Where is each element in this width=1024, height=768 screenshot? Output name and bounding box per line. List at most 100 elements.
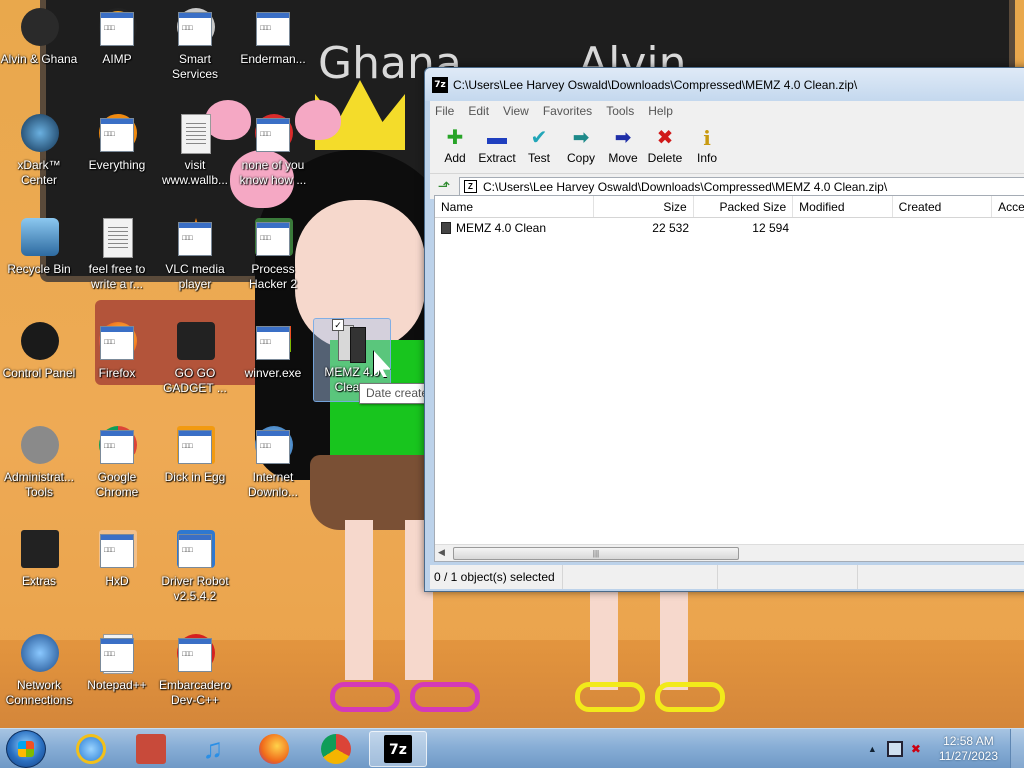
- delete-button[interactable]: ✖ Delete: [644, 125, 686, 165]
- wallpaper-shoe: [655, 682, 725, 712]
- desktop-icon-control-panel[interactable]: Control Panel: [0, 320, 78, 381]
- taskbar-firefox[interactable]: [245, 731, 303, 767]
- wallpaper-leg: [345, 520, 373, 680]
- system-tray: ▲ ✖ 12:58 AM 11/27/2023: [868, 729, 1024, 768]
- desktop-icon-devcpp[interactable]: Embarcadero Dev-C++: [156, 632, 234, 708]
- itunes-note-icon: ♫: [202, 733, 224, 764]
- taskbar-7zip[interactable]: 7z: [369, 731, 427, 767]
- scroll-thumb[interactable]: |||: [453, 547, 739, 560]
- menu-tools[interactable]: Tools: [606, 104, 634, 118]
- gear-services-icon: [173, 6, 217, 50]
- scroll-left-icon[interactable]: ◀: [438, 547, 445, 558]
- up-folder-icon[interactable]: ⬏: [435, 178, 453, 196]
- column-accessed[interactable]: Acce: [992, 196, 1024, 217]
- show-desktop-button[interactable]: [1010, 729, 1024, 768]
- control-panel-icon: [17, 320, 61, 364]
- desktop-icon-feel-free[interactable]: feel free to write a r...: [78, 216, 156, 292]
- chrome-icon: [321, 734, 351, 764]
- desktop-icon-firefox[interactable]: Firefox: [78, 320, 156, 381]
- extract-button[interactable]: ▬ Extract: [476, 125, 518, 165]
- file-icon: [441, 222, 451, 234]
- xdark-icon: [17, 112, 61, 156]
- show-hidden-icons-icon[interactable]: ▲: [868, 744, 877, 754]
- column-name[interactable]: Name: [435, 196, 595, 217]
- column-modified[interactable]: Modified: [793, 196, 893, 217]
- start-button[interactable]: [6, 730, 46, 768]
- menu-help[interactable]: Help: [648, 104, 673, 118]
- move-button[interactable]: ➡ Move: [602, 125, 644, 165]
- taskbar-internet-explorer[interactable]: [62, 731, 120, 767]
- gadget-icon: [173, 320, 217, 364]
- window-titlebar[interactable]: 7z C:\Users\Lee Harvey Oswald\Downloads\…: [425, 68, 1024, 101]
- copy-button[interactable]: ➡ Copy: [560, 125, 602, 165]
- volume-muted-icon[interactable]: ✖: [911, 741, 927, 757]
- desktop-icon-aimp[interactable]: AIMP: [78, 6, 156, 67]
- address-field[interactable]: Z C:\Users\Lee Harvey Oswald\Downloads\C…: [459, 176, 1024, 197]
- desktop-icon-internet-download[interactable]: Internet Downlo...: [234, 424, 312, 500]
- recycle-bin-icon: [17, 216, 61, 260]
- document-icon: [95, 216, 139, 260]
- column-header-row: Name Size Packed Size Modified Created A…: [435, 196, 1024, 218]
- zip-archive-icon: ✓: [330, 319, 374, 363]
- desktop-icon-recycle-bin[interactable]: Recycle Bin: [0, 216, 78, 277]
- desktop-icon-enderman[interactable]: Enderman...: [234, 6, 312, 67]
- vlc-cone-icon: [173, 216, 217, 260]
- test-label: Test: [527, 151, 550, 165]
- archive-icon: Z: [464, 180, 477, 193]
- desktop-icon-winver[interactable]: winver.exe: [234, 320, 312, 381]
- window-title: C:\Users\Lee Harvey Oswald\Downloads\Com…: [453, 77, 858, 92]
- taskbar-itunes[interactable]: ♫: [184, 731, 242, 767]
- 7zip-icon: 7z: [384, 735, 412, 763]
- taskbar-chrome[interactable]: [307, 731, 365, 767]
- address-path: C:\Users\Lee Harvey Oswald\Downloads\Com…: [483, 179, 888, 194]
- menu-view[interactable]: View: [503, 104, 529, 118]
- column-created[interactable]: Created: [893, 196, 993, 217]
- wallpaper-character-skirt: [310, 455, 440, 530]
- desktop-icon-dick-in-egg[interactable]: Dick in Egg: [156, 424, 234, 485]
- menu-favorites[interactable]: Favorites: [543, 104, 592, 118]
- desktop-icon-smart-services[interactable]: Smart Services: [156, 6, 234, 82]
- desktop-icon-hxd[interactable]: HxD: [78, 528, 156, 589]
- move-arrow-icon: ➡: [614, 127, 632, 149]
- taskbar-store[interactable]: [122, 731, 180, 767]
- file-list[interactable]: Name Size Packed Size Modified Created A…: [434, 195, 1024, 562]
- desktop-icon-network-connections[interactable]: Network Connections: [0, 632, 78, 708]
- menu-file[interactable]: File: [435, 104, 454, 118]
- internet-explorer-icon: [76, 734, 106, 764]
- 7zip-app-icon[interactable]: 7z: [432, 76, 448, 93]
- wallpaper-shoe: [330, 682, 400, 712]
- network-tray-icon[interactable]: [886, 741, 903, 757]
- info-button[interactable]: i Info: [686, 125, 728, 165]
- desktop-icon-alvin-ghana[interactable]: Alvin & Ghana: [0, 6, 78, 67]
- extract-label: Extract: [478, 151, 516, 165]
- clock[interactable]: 12:58 AM 11/27/2023: [939, 734, 998, 764]
- desktop-icon-process-hacker[interactable]: Process Hacker 2: [234, 216, 312, 292]
- horizontal-scrollbar[interactable]: ◀ |||: [435, 544, 1024, 561]
- desktop-icon-none-of-you[interactable]: none of you know how ...: [234, 112, 312, 188]
- desktop-icon-google-chrome[interactable]: Google Chrome: [78, 424, 156, 500]
- document-icon: [173, 112, 217, 156]
- column-size[interactable]: Size: [594, 196, 694, 217]
- table-row[interactable]: MEMZ 4.0 Clean 22 532 12 594: [435, 218, 1024, 238]
- column-packed-size[interactable]: Packed Size: [694, 196, 794, 217]
- desktop-icon-vlc[interactable]: VLC media player: [156, 216, 234, 292]
- clock-date: 11/27/2023: [938, 749, 998, 763]
- 7zip-window[interactable]: 7z C:\Users\Lee Harvey Oswald\Downloads\…: [424, 67, 1024, 592]
- desktop-icon-notepadpp[interactable]: Notepad++: [78, 632, 156, 693]
- aimp-icon: [95, 6, 139, 50]
- desktop-icon-everything[interactable]: Everything: [78, 112, 156, 173]
- desktop-icon-visit-wallb[interactable]: visit www.wallb...: [156, 112, 234, 188]
- network-globe-icon: [17, 632, 61, 676]
- add-button[interactable]: ✚ Add: [434, 125, 476, 165]
- menu-edit[interactable]: Edit: [468, 104, 489, 118]
- desktop-icon-xdark-center[interactable]: xDark™ Center: [0, 112, 78, 188]
- desktop-icon-admin-tools[interactable]: Administrat... Tools: [0, 424, 78, 500]
- admin-tools-icon: [17, 424, 61, 468]
- generic-app-icon: [251, 112, 295, 156]
- desktop-icon-extras[interactable]: Extras: [0, 528, 78, 589]
- test-button[interactable]: ✔ Test: [518, 125, 560, 165]
- generic-app-icon: [251, 6, 295, 50]
- move-label: Move: [608, 151, 638, 165]
- desktop-icon-driver-robot[interactable]: Driver Robot v2.5.4.2: [156, 528, 234, 604]
- desktop-icon-go-go-gadget[interactable]: GO GO GADGET ...: [156, 320, 234, 396]
